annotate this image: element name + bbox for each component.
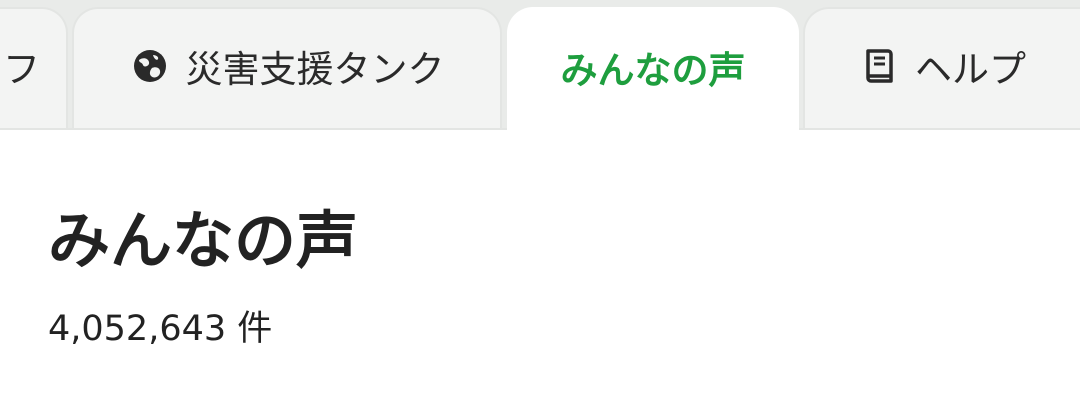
tab-label: みんなの声 [560,48,746,92]
tab-everyones-voice[interactable]: みんなの声 [507,7,799,132]
globe-icon [130,46,170,86]
tab-label: フ [3,47,40,91]
tab-label: ヘルプ [915,47,1026,91]
page-title: みんなの声 [48,204,359,277]
tab-bar: フ 災害支援タンク みんなの声 ヘルプ [0,0,1080,132]
post-count: 4,052,643 件 [48,309,273,349]
content-panel: みんなの声 4,052,643 件 [0,130,1080,400]
book-icon [859,46,899,86]
tab-disaster-support[interactable]: 災害支援タンク [72,7,502,130]
tab-help[interactable]: ヘルプ [803,7,1080,130]
tab-partial[interactable]: フ [0,7,68,130]
tab-label: 災害支援タンク [185,47,445,91]
